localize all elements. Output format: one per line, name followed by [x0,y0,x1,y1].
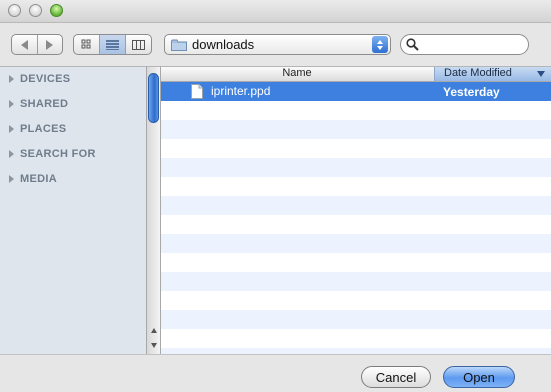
empty-row [161,177,551,196]
disclosure-triangle-icon [9,100,14,108]
empty-row [161,101,551,120]
disclosure-triangle-icon [9,75,14,83]
empty-row [161,120,551,139]
sidebar-section-label: PLACES [20,123,67,135]
back-arrow-icon [20,39,28,50]
sidebar-section-devices[interactable]: DEVICES [9,72,70,86]
scroll-down-button[interactable] [147,338,160,352]
column-view-button[interactable] [125,35,151,54]
empty-row [161,158,551,177]
scrollbar-thumb[interactable] [148,73,159,123]
file-date: Yesterday [443,85,500,99]
empty-row [161,329,551,348]
forward-button[interactable] [36,35,63,54]
button-bar: Cancel Open [0,354,551,392]
disclosure-triangle-icon [9,150,14,158]
file-list-header: Name Date Modified [161,67,551,82]
file-row[interactable]: iprinter.ppd Yesterday [161,82,551,101]
file-name: iprinter.ppd [211,84,271,98]
sidebar-section-label: DEVICES [20,73,71,85]
sort-descending-icon [537,71,545,77]
sidebar-section-label: MEDIA [20,173,57,185]
cancel-button[interactable]: Cancel [361,366,431,388]
popup-stepper-icon [372,36,388,53]
name-column-header[interactable]: Name [161,67,433,81]
search-icon [406,38,419,51]
minimize-light[interactable] [29,4,42,17]
disclosure-triangle-icon [9,125,14,133]
file-list: Name Date Modified iprinter.ppd Yesterda… [161,66,551,354]
column-view-icon [132,39,145,50]
date-modified-column-header[interactable]: Date Modified [434,67,551,81]
list-view-icon [106,39,119,50]
sidebar: DEVICES SHARED PLACES SEARCH FOR MEDIA [0,66,146,354]
empty-row [161,310,551,329]
empty-row [161,215,551,234]
folder-icon [171,39,187,51]
sidebar-section-media[interactable]: MEDIA [9,172,57,186]
scroll-up-arrow-icon [150,327,157,333]
list-view-button[interactable] [99,35,125,54]
scroll-up-button[interactable] [147,323,160,337]
empty-row [161,272,551,291]
title-bar [0,0,551,23]
sidebar-scrollbar[interactable] [146,66,161,354]
open-file-dialog: downloads DEVICES SHARED PLACES SEARCH F… [0,0,551,392]
empty-row [161,234,551,253]
date-column-label: Date Modified [444,67,512,79]
sidebar-section-search-for[interactable]: SEARCH FOR [9,147,96,161]
sidebar-section-shared[interactable]: SHARED [9,97,68,111]
disclosure-triangle-icon [9,175,14,183]
empty-row [161,291,551,310]
empty-row [161,196,551,215]
search-field[interactable] [400,34,529,55]
document-icon [191,84,203,99]
close-light[interactable] [8,4,21,17]
icon-view-button[interactable] [74,35,99,54]
forward-arrow-icon [46,39,54,50]
sidebar-section-label: SHARED [20,98,69,110]
location-popup[interactable]: downloads [164,34,391,55]
file-rows: iprinter.ppd Yesterday [161,82,551,354]
sidebar-section-label: SEARCH FOR [20,148,96,160]
icon-view-icon [81,39,91,49]
sidebar-section-places[interactable]: PLACES [9,122,66,136]
zoom-light[interactable] [50,4,63,17]
back-button[interactable] [12,35,37,54]
view-mode-control [73,34,152,55]
scroll-down-arrow-icon [150,342,157,348]
search-input[interactable] [423,36,527,54]
back-forward-control [11,34,63,55]
empty-row [161,253,551,272]
open-button[interactable]: Open [443,366,515,388]
empty-row [161,139,551,158]
location-label: downloads [192,37,255,52]
